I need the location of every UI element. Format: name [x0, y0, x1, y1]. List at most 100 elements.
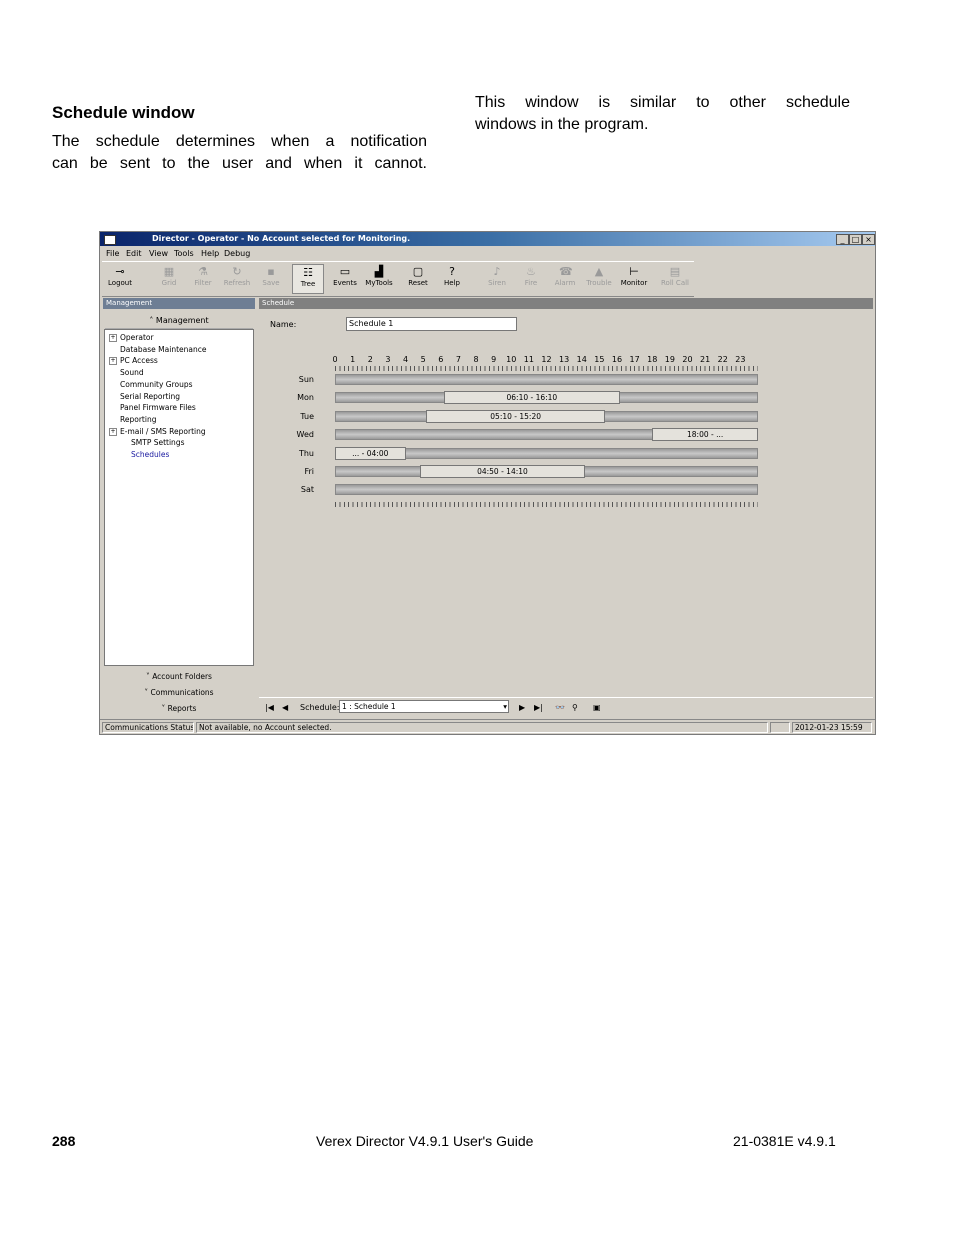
rollcall-icon: ▤ [669, 265, 681, 278]
menu-help[interactable]: Help [201, 249, 219, 258]
nav-label: Reports [167, 704, 197, 713]
toolbar-button-label: Reset [408, 279, 428, 287]
schedule-segment[interactable]: 06:10 - 16:10 [443, 391, 620, 405]
events-icon: ▭ [339, 265, 351, 278]
schedule-segment[interactable]: 18:00 - ... [652, 428, 758, 442]
tree-item-serial-reporting[interactable]: Serial Reporting [120, 392, 180, 401]
toolbar-roll-call-button[interactable]: ▤ Roll Call [659, 264, 691, 294]
new-record-icon[interactable]: ▣ [593, 703, 601, 712]
menu-tools[interactable]: Tools [174, 249, 194, 258]
app-icon [104, 235, 116, 245]
hour-label: 4 [402, 355, 409, 364]
refresh-icon: ↻ [232, 265, 242, 278]
status-bar: Communications Status: Not available, no… [100, 719, 875, 734]
toolbar-grid-button[interactable]: ▦ Grid [153, 264, 185, 294]
grid-icon: ▦ [163, 265, 175, 278]
schedule-segment[interactable]: ... - 04:00 [335, 446, 406, 460]
tree-item-database-maintenance[interactable]: Database Maintenance [120, 345, 206, 354]
toolbar-events-button[interactable]: ▭ Events [329, 264, 361, 294]
toolbar-mytools-button[interactable]: ▟ MyTools [363, 264, 395, 294]
minimize-button[interactable]: _ [836, 234, 849, 245]
toolbar-alarm-button[interactable]: ☎ Alarm [549, 264, 581, 294]
toolbar-button-label: Refresh [223, 279, 251, 287]
dropdown-arrow-icon[interactable]: ▾ [503, 701, 507, 712]
nav-communications[interactable]: ˅ Communications [105, 686, 253, 700]
tree-item-panel-firmware-files[interactable]: Panel Firmware Files [120, 403, 196, 412]
tools-icon: ▟ [374, 265, 384, 278]
tree-item-smtp-settings[interactable]: SMTP Settings [131, 438, 184, 447]
toolbar-button-label: Tree [300, 280, 316, 288]
filter-icon: ⚗ [198, 265, 208, 278]
toolbar-siren-button[interactable]: ♪ Siren [481, 264, 513, 294]
hour-label: 1 [350, 355, 356, 364]
next-record-icon[interactable]: ▶ [519, 703, 525, 712]
toolbar-filter-button[interactable]: ⚗ Filter [187, 264, 219, 294]
nav-label: Account Folders [152, 672, 212, 681]
schedule-segment[interactable]: 04:50 - 14:10 [420, 465, 585, 478]
schedule-select[interactable]: 1 : Schedule 1 ▾ [339, 700, 509, 713]
tree-item-operator[interactable]: Operator [120, 333, 154, 342]
close-button[interactable]: × [862, 234, 875, 245]
nav-reports[interactable]: ˅ Reports [105, 702, 253, 716]
day-track-sat[interactable] [335, 484, 758, 496]
hour-label: 2 [367, 355, 373, 364]
hour-label: 12 [541, 355, 552, 364]
hour-label: 6 [438, 355, 444, 364]
toolbar-save-button[interactable]: ▪ Save [255, 264, 287, 294]
toolbar-refresh-button[interactable]: ↻ Refresh [221, 264, 253, 294]
find-next-icon[interactable]: ⚲ [572, 703, 578, 712]
toolbar-tree-button[interactable]: ☷ Tree [292, 264, 324, 294]
expand-icon[interactable]: + [109, 334, 117, 342]
title-bar[interactable]: Director - Operator - No Account selecte… [100, 232, 875, 246]
management-section-label: Management [155, 316, 209, 325]
schedule-segment[interactable]: 05:10 - 15:20 [426, 409, 606, 423]
toolbar-fire-button[interactable]: ♨ Fire [515, 264, 547, 294]
hour-ruler-bottom [335, 502, 758, 507]
tree-item-sound[interactable]: Sound [120, 368, 144, 377]
toolbar-button-label: Help [444, 279, 460, 287]
toolbar-button-label: Siren [488, 279, 506, 287]
page-number: 288 [52, 1133, 76, 1149]
tree-item-community-groups[interactable]: Community Groups [120, 380, 193, 389]
hour-label: 15 [594, 355, 605, 364]
menu-edit[interactable]: Edit [126, 249, 142, 258]
footer-title: Verex Director V4.9.1 User's Guide [316, 1133, 534, 1149]
schedule-select-value: 1 : Schedule 1 [342, 702, 396, 711]
management-tree: + Operator Database Maintenance + PC Access S… [104, 329, 254, 666]
expand-icon[interactable]: + [109, 427, 117, 436]
tree-item-pc-access[interactable]: PC Access [120, 356, 158, 365]
schedule-name-input[interactable]: Schedule 1 [346, 317, 517, 331]
intro-line-2: can be sent to the user and when it cann… [52, 155, 427, 172]
key-icon: ⊸ [115, 265, 125, 278]
toolbar-reset-button[interactable]: ▢ Reset [402, 264, 434, 294]
menu-file[interactable]: File [106, 249, 119, 258]
fire-icon: ♨ [526, 265, 536, 278]
tree-item-reporting[interactable]: Reporting [120, 415, 156, 424]
nav-account-folders[interactable]: ˅ Account Folders [105, 670, 253, 684]
tree-item-schedules[interactable]: Schedules [131, 450, 169, 459]
day-track-sun[interactable] [335, 374, 758, 385]
first-record-icon[interactable]: |◀ [265, 703, 274, 712]
day-label-fri: Fri [304, 467, 314, 476]
expand-icon[interactable]: + [109, 357, 117, 366]
toolbar-logout-button[interactable]: ⊸ Logout [104, 264, 136, 294]
prev-record-icon[interactable]: ◀ [282, 703, 288, 712]
toolbar-monitor-button[interactable]: ⊢ Monitor [618, 264, 650, 294]
trouble-icon: ▲ [594, 265, 604, 278]
toolbar-help-button[interactable]: ? Help [436, 264, 468, 294]
maximize-button[interactable]: □ [849, 234, 862, 245]
schedule-nav-label: Schedule: [300, 703, 340, 712]
name-label: Name: [270, 320, 297, 329]
hour-label: 16 [611, 355, 623, 364]
binoculars-icon[interactable]: 👓 [555, 703, 565, 712]
menu-view[interactable]: View [149, 249, 168, 258]
menu-bar: File Edit View Tools Help Debug [100, 247, 875, 260]
last-record-icon[interactable]: ▶| [534, 703, 543, 712]
hour-label: 7 [455, 355, 461, 364]
menu-debug[interactable]: Debug [224, 249, 250, 258]
management-section-button[interactable]: ˄ Management [105, 313, 253, 329]
tree-item-e-mail-sms-reporting[interactable]: E-mail / SMS Reporting [120, 427, 206, 436]
toolbar-button-label: Logout [108, 279, 132, 287]
toolbar-trouble-button[interactable]: ▲ Trouble [583, 264, 615, 294]
reset-icon: ▢ [412, 265, 424, 278]
